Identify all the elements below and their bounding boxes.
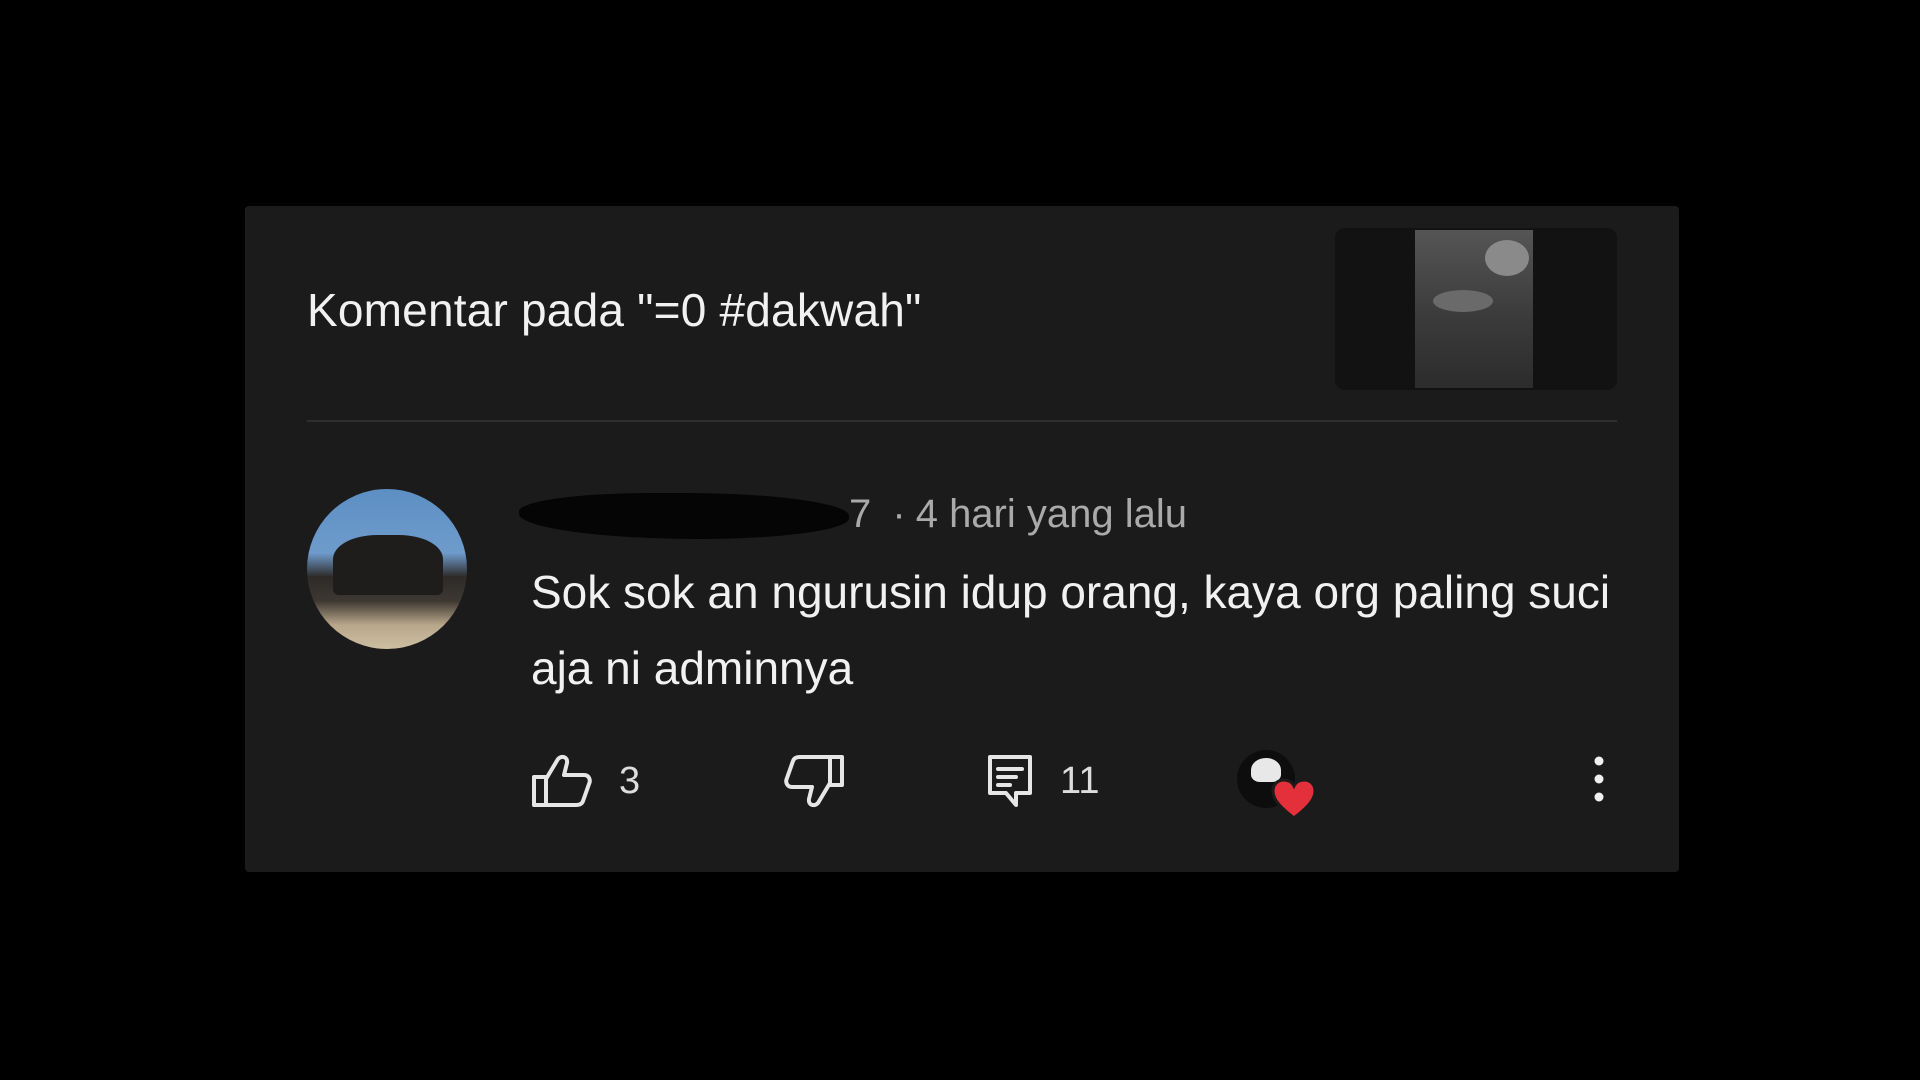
panel-title: Komentar pada "=0 #dakwah" xyxy=(307,284,922,336)
like-count: 3 xyxy=(619,759,641,802)
commenter-avatar[interactable] xyxy=(307,489,467,649)
thumbs-down-icon xyxy=(783,753,845,809)
video-thumbnail[interactable] xyxy=(1335,228,1617,390)
comment-panel: Komentar pada "=0 #dakwah" 7 · 4 hari yan… xyxy=(245,206,1679,872)
more-options-button[interactable] xyxy=(1579,746,1619,816)
heart-icon xyxy=(1271,778,1317,825)
video-thumbnail-image xyxy=(1415,230,1533,388)
author-name-suffix[interactable]: 7 xyxy=(849,492,871,536)
reply-comment-icon xyxy=(986,753,1034,809)
dislike-button[interactable] xyxy=(783,746,845,816)
comment-timestamp[interactable]: 4 hari yang lalu xyxy=(916,492,1187,536)
reply-count: 11 xyxy=(1060,759,1100,802)
comment-panel-header: Komentar pada "=0 #dakwah" xyxy=(307,206,1617,422)
avatar-image-content xyxy=(333,535,443,595)
redacted-author-name[interactable] xyxy=(519,493,849,540)
creator-heart-badge[interactable] xyxy=(1237,750,1327,820)
like-button[interactable]: 3 xyxy=(531,746,640,816)
more-vertical-icon xyxy=(1593,754,1605,809)
thumbnail-character xyxy=(1485,240,1529,276)
thumbs-up-icon xyxy=(531,753,593,809)
comment-text: Sok sok an ngurusin idup orang, kaya org… xyxy=(531,566,1611,694)
meta-separator: · xyxy=(892,492,906,536)
comment-actions: 3 11 xyxy=(531,746,1619,820)
reply-button[interactable]: 11 xyxy=(986,746,1099,816)
thumbnail-shape xyxy=(1433,290,1493,312)
header-divider xyxy=(307,420,1617,422)
comment-meta: 7 · 4 hari yang lalu xyxy=(519,492,1187,542)
